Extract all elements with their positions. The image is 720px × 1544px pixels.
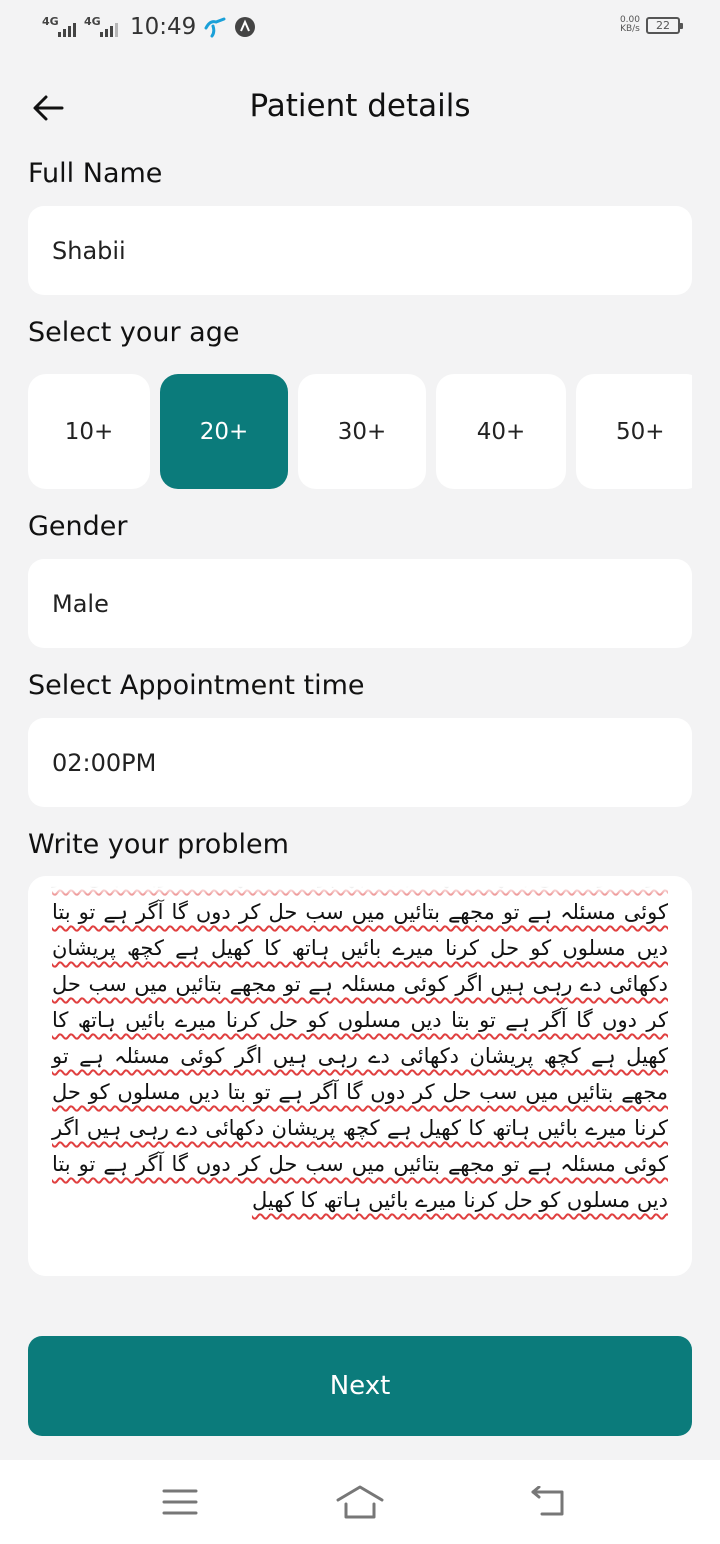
age-option-40[interactable]: 40+ [436, 374, 566, 489]
age-option-30[interactable]: 30+ [298, 374, 426, 489]
age-option-10[interactable]: 10+ [28, 374, 150, 489]
clock: 10:49 [130, 14, 197, 40]
appointment-label: Select Appointment time [28, 670, 365, 701]
status-bar: 4G 4G 10:49 0.00 KB/s 22 [0, 0, 720, 58]
scroll-fade-top [28, 876, 692, 902]
system-nav-bar [0, 1460, 720, 1544]
appointment-time-field[interactable]: 02:00PM [28, 718, 692, 807]
age-option-20[interactable]: 20+ [160, 374, 288, 489]
full-name-field[interactable]: Shabii [28, 206, 692, 295]
age-selector: 10+ 20+ 30+ 40+ 50+ [28, 374, 692, 489]
age-option-50[interactable]: 50+ [576, 374, 692, 489]
home-button[interactable] [330, 1482, 390, 1522]
problem-label: Write your problem [28, 829, 289, 860]
signal-icon: 4G [84, 15, 118, 39]
notification-icon [234, 16, 256, 38]
gender-field[interactable]: Male [28, 559, 692, 648]
menu-button[interactable] [150, 1482, 210, 1522]
telenor-icon [204, 16, 226, 38]
back-icon [531, 1486, 564, 1516]
home-icon [336, 1485, 384, 1519]
full-name-label: Full Name [28, 158, 163, 189]
scroll-fade-bottom [28, 1250, 692, 1276]
signal-icon: 4G [42, 15, 76, 39]
problem-text: کرنا میرے بائیں ہاتھ کا کھیل ہے کچھ پریش… [52, 876, 668, 1212]
page-title: Patient details [249, 88, 471, 124]
back-nav-button[interactable] [518, 1482, 578, 1522]
menu-icon [162, 1489, 198, 1515]
problem-textarea[interactable]: کرنا میرے بائیں ہاتھ کا کھیل ہے کچھ پریش… [28, 876, 692, 1276]
gender-label: Gender [28, 511, 128, 542]
network-speed: 0.00 KB/s [619, 15, 640, 34]
battery-icon: 22 [646, 16, 683, 34]
age-label: Select your age [28, 317, 240, 348]
next-button[interactable]: Next [28, 1336, 692, 1436]
